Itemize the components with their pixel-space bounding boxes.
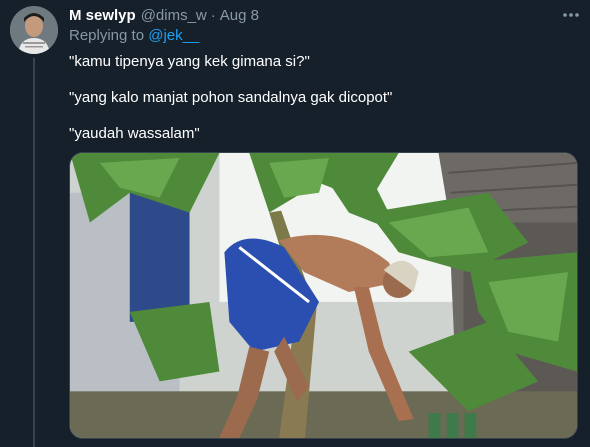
replying-to-label: Replying to xyxy=(69,27,145,44)
replying-to-mention[interactable]: @jek__ xyxy=(148,27,199,44)
tweet-photo[interactable] xyxy=(69,152,578,439)
more-horizontal-icon[interactable] xyxy=(560,6,582,24)
separator-dot: · xyxy=(210,6,216,24)
photo-image xyxy=(70,153,577,438)
tweet-line: "yang kalo manjat pohon sandalnya gak di… xyxy=(69,89,393,106)
tweet-date[interactable]: Aug 8 xyxy=(220,7,259,24)
tweet-line: "yaudah wassalam" xyxy=(69,125,200,142)
tweet-line: "kamu tipenya yang kek gimana si?" xyxy=(69,53,310,70)
replying-to: Replying to @jek__ xyxy=(69,27,199,44)
thread-line xyxy=(33,58,35,447)
tweet[interactable]: M sewlyp @dims_w · Aug 8 Replying to @je… xyxy=(0,0,590,447)
avatar[interactable] xyxy=(10,6,58,54)
display-name[interactable]: M sewlyp xyxy=(69,7,136,24)
tweet-header: M sewlyp @dims_w · Aug 8 xyxy=(69,6,259,24)
tweet-text: "kamu tipenya yang kek gimana si?" "yang… xyxy=(69,52,574,144)
user-handle[interactable]: @dims_w xyxy=(141,7,207,24)
avatar-image xyxy=(10,6,58,54)
